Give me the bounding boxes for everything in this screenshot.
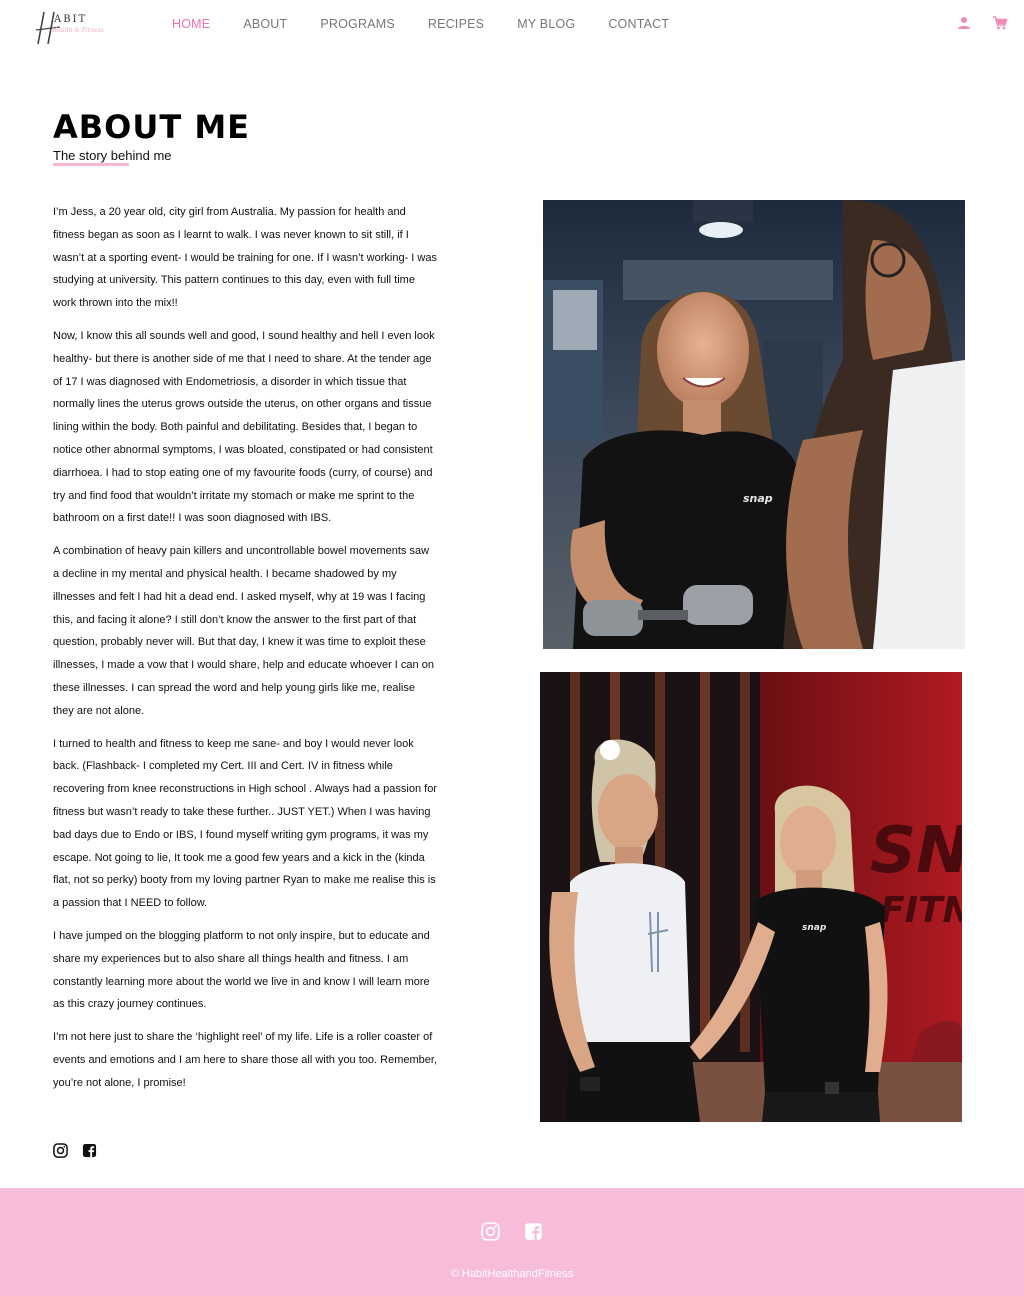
instagram-icon[interactable] [481,1222,500,1241]
gym-photo-two-women: SN FITNE snap [540,672,962,1122]
logo-subtitle: Health & Fitness [52,27,104,34]
facebook-icon[interactable] [524,1222,543,1241]
site-header: ABIT Health & Fitness HOME ABOUT PROGRAM… [0,0,1024,48]
site-logo[interactable]: ABIT Health & Fitness [34,10,104,46]
gym-photo-dumbbells: snap [543,200,965,649]
nav-home[interactable]: HOME [172,17,210,31]
nav-programs[interactable]: PROGRAMS [320,17,395,31]
social-links [53,1143,97,1158]
about-story: I’m Jess, a 20 year old, city girl from … [53,201,438,1104]
photo1-shirt-text: snap [743,492,773,505]
story-paragraph: I turned to health and fitness to keep m… [53,737,437,910]
nav-contact[interactable]: CONTACT [608,17,669,31]
facebook-icon[interactable] [82,1143,97,1158]
story-paragraph: I have jumped on the blogging platform t… [53,929,430,1011]
nav-about[interactable]: ABOUT [243,17,287,31]
nav-my-blog[interactable]: MY BLOG [517,17,575,31]
main-nav: HOME ABOUT PROGRAMS RECIPES MY BLOG CONT… [172,17,702,31]
copyright-text: © HabitHealthandFitness [450,1268,574,1280]
photo2-wall-text: SN [870,814,962,888]
story-paragraph: A combination of heavy pain killers and … [53,545,434,717]
page-subtitle: The story behind me [53,148,172,163]
cart-icon[interactable] [992,15,1008,31]
story-paragraph: I’m not here just to share the ‘highligh… [53,1031,437,1089]
user-icon[interactable] [956,15,972,31]
story-paragraph: Now, I know this all sounds well and goo… [53,329,435,525]
page-title: ABOUT ME [53,108,251,146]
photo2-wall-text-2: FITNE [880,890,962,931]
site-footer: © HabitHealthandFitness [0,1188,1024,1296]
photo2-shirt-text: snap [802,923,827,933]
instagram-icon[interactable] [53,1143,68,1158]
footer-social-links [481,1222,543,1241]
subtitle-underline [53,163,129,166]
logo-letters: ABIT [54,14,88,25]
header-actions [956,15,1008,31]
story-paragraph: I’m Jess, a 20 year old, city girl from … [53,206,437,310]
nav-recipes[interactable]: RECIPES [428,17,484,31]
